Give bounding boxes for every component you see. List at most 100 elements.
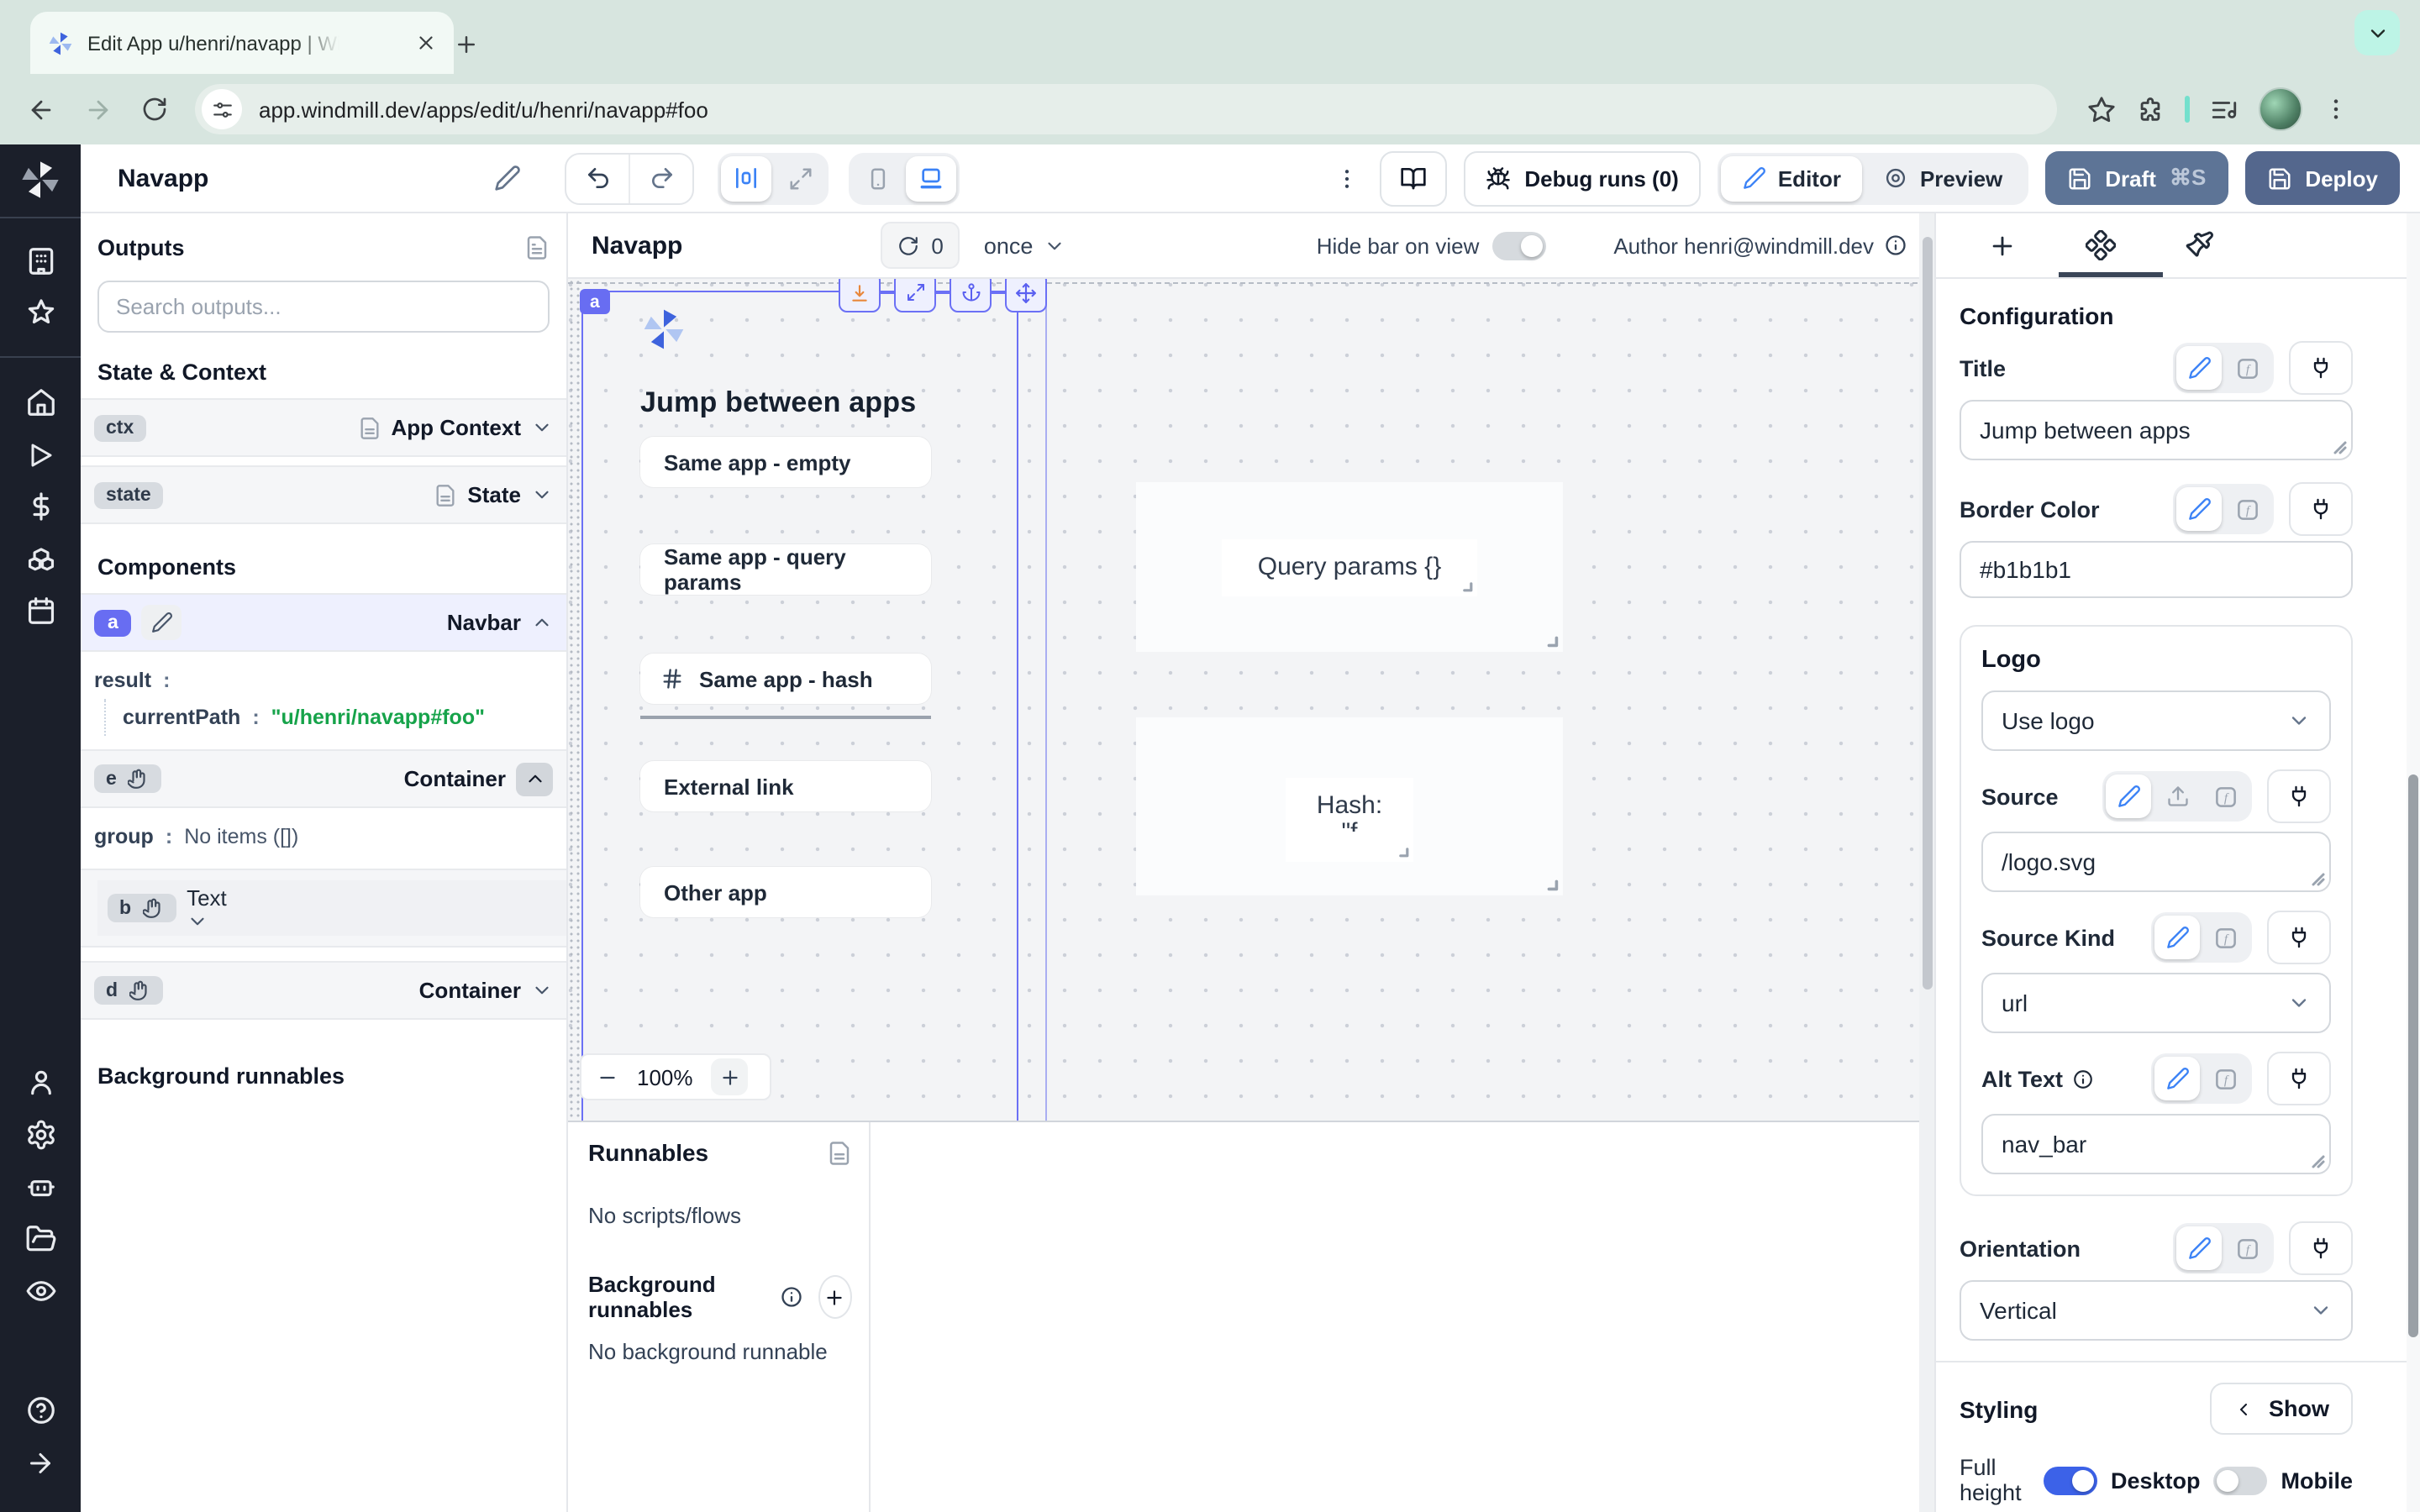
tab-preview[interactable]: Preview bbox=[1863, 155, 2024, 201]
add-background-runnable-button[interactable] bbox=[818, 1275, 852, 1319]
run-mode-select[interactable]: once bbox=[984, 233, 1065, 258]
media-control-icon[interactable] bbox=[2210, 95, 2238, 123]
nav-link-other-app[interactable]: Other app bbox=[640, 867, 931, 917]
browser-tab[interactable]: Edit App u/henri/navapp | Win bbox=[30, 12, 454, 74]
search-outputs-input[interactable] bbox=[97, 281, 550, 333]
back-button[interactable] bbox=[17, 86, 64, 133]
insert-component-tab[interactable] bbox=[1988, 231, 2017, 260]
pencil-icon[interactable] bbox=[142, 605, 182, 640]
tab-editor[interactable]: Editor bbox=[1721, 155, 1863, 201]
logo-select[interactable]: Use logo bbox=[1981, 690, 2331, 751]
alt-text-input[interactable]: nav_bar bbox=[1981, 1114, 2331, 1174]
component-row-text-b[interactable]: b Text bbox=[97, 880, 566, 936]
border-color-input[interactable] bbox=[1960, 541, 2353, 598]
reload-button[interactable] bbox=[131, 86, 178, 133]
bookmark-star-icon[interactable] bbox=[2087, 95, 2116, 123]
redo-button[interactable] bbox=[629, 154, 692, 202]
plug-connect-button[interactable] bbox=[2267, 1052, 2331, 1105]
fx-mode-button[interactable]: f bbox=[2203, 916, 2249, 959]
selected-navbar-component[interactable]: a J bbox=[581, 291, 1018, 1121]
resize-handle-icon[interactable] bbox=[2333, 440, 2348, 455]
fx-mode-button[interactable]: f bbox=[2203, 774, 2249, 818]
browser-menu-icon[interactable] bbox=[2323, 96, 2349, 123]
forward-button[interactable] bbox=[74, 86, 121, 133]
hash-container[interactable]: Hash: "f bbox=[1136, 717, 1563, 895]
full-width-layout-button[interactable] bbox=[775, 155, 825, 201]
resize-handle-icon[interactable] bbox=[2311, 872, 2326, 887]
user-icon[interactable] bbox=[0, 1057, 81, 1109]
info-icon[interactable] bbox=[780, 1285, 803, 1309]
component-row-navbar[interactable]: a Navbar bbox=[81, 593, 566, 652]
calendar-icon[interactable] bbox=[0, 585, 81, 637]
settings-scrollbar[interactable] bbox=[2407, 213, 2420, 1512]
undo-button[interactable] bbox=[566, 154, 629, 202]
resize-handle-icon[interactable] bbox=[2311, 1154, 2326, 1169]
app-canvas[interactable]: Query params {} Hash: "f bbox=[568, 279, 1934, 1121]
tab-close-icon[interactable] bbox=[415, 32, 437, 54]
static-mode-button[interactable] bbox=[2106, 774, 2151, 818]
gear-icon[interactable] bbox=[0, 1109, 81, 1161]
nav-link-hash[interactable]: Same app - hash bbox=[640, 654, 931, 704]
static-mode-button[interactable] bbox=[2154, 916, 2200, 959]
robot-icon[interactable] bbox=[0, 1161, 81, 1213]
nav-link-query-params[interactable]: Same app - query params bbox=[640, 544, 931, 595]
help-icon[interactable] bbox=[0, 1384, 81, 1436]
chevron-down-icon[interactable] bbox=[187, 910, 227, 932]
fx-mode-button[interactable]: f bbox=[2225, 1226, 2270, 1270]
hide-bar-toggle[interactable] bbox=[1492, 231, 1546, 260]
info-icon[interactable] bbox=[2071, 1068, 2093, 1089]
title-input[interactable]: Jump between apps bbox=[1960, 400, 2353, 460]
centered-layout-button[interactable] bbox=[721, 155, 771, 201]
plug-connect-button[interactable] bbox=[2267, 911, 2331, 964]
docs-button[interactable] bbox=[1380, 150, 1447, 206]
draft-button[interactable]: Draft ⌘S bbox=[2044, 151, 2228, 205]
resize-handle-icon[interactable] bbox=[1397, 846, 1410, 859]
scrollbar-thumb[interactable] bbox=[1922, 237, 1932, 990]
scrollbar-thumb[interactable] bbox=[2408, 774, 2418, 1337]
tab-search-button[interactable] bbox=[2354, 10, 2400, 55]
chevron-down-icon[interactable] bbox=[531, 417, 553, 438]
full-height-mobile-toggle[interactable] bbox=[2214, 1466, 2268, 1494]
output-row-state[interactable]: state State bbox=[81, 465, 566, 524]
play-icon[interactable] bbox=[0, 428, 81, 480]
resize-handle-icon[interactable] bbox=[1544, 877, 1560, 892]
refresh-count-button[interactable]: 0 bbox=[881, 222, 960, 269]
eye-icon[interactable] bbox=[0, 1265, 81, 1317]
orientation-select[interactable]: Vertical bbox=[1960, 1280, 2353, 1341]
move-button[interactable] bbox=[1005, 279, 1047, 312]
home-icon[interactable] bbox=[0, 376, 81, 428]
component-settings-tab[interactable] bbox=[2086, 230, 2116, 260]
upload-button[interactable] bbox=[2154, 774, 2200, 818]
query-params-text[interactable]: Query params {} bbox=[1222, 538, 1477, 596]
anchor-button[interactable] bbox=[950, 279, 992, 312]
desktop-view-button[interactable] bbox=[906, 155, 956, 201]
static-mode-button[interactable] bbox=[2154, 1057, 2200, 1100]
rename-app-icon[interactable] bbox=[494, 165, 521, 192]
chevron-up-icon[interactable] bbox=[516, 762, 553, 795]
zoom-in-button[interactable] bbox=[712, 1058, 749, 1095]
resize-handle-icon[interactable] bbox=[1544, 633, 1560, 648]
doc-icon[interactable] bbox=[827, 1140, 852, 1165]
fx-mode-button[interactable]: f bbox=[2225, 346, 2270, 390]
styling-show-button[interactable]: Show bbox=[2210, 1383, 2353, 1435]
chevron-down-icon[interactable] bbox=[531, 979, 553, 1001]
dollar-icon[interactable] bbox=[0, 480, 81, 533]
component-row-container-d[interactable]: d Container bbox=[81, 961, 566, 1020]
canvas-scrollbar[interactable] bbox=[1919, 213, 1934, 1512]
debug-runs-button[interactable]: Debug runs (0) bbox=[1464, 150, 1700, 206]
new-tab-button[interactable] bbox=[444, 22, 487, 66]
mobile-view-button[interactable] bbox=[852, 155, 902, 201]
plug-connect-button[interactable] bbox=[2289, 341, 2353, 395]
nav-link-external[interactable]: External link bbox=[640, 761, 931, 811]
site-settings-icon[interactable] bbox=[202, 89, 242, 129]
doc-icon[interactable] bbox=[524, 235, 550, 260]
plug-connect-button[interactable] bbox=[2289, 1221, 2353, 1275]
zoom-out-button[interactable] bbox=[597, 1066, 618, 1088]
building-icon[interactable] bbox=[0, 235, 81, 287]
address-bar[interactable]: app.windmill.dev/apps/edit/u/henri/navap… bbox=[195, 84, 2057, 134]
arrow-right-icon[interactable] bbox=[0, 1436, 81, 1488]
output-row-ctx[interactable]: ctx App Context bbox=[81, 398, 566, 457]
fx-mode-button[interactable]: f bbox=[2225, 487, 2270, 531]
chevron-down-icon[interactable] bbox=[531, 484, 553, 506]
plug-connect-button[interactable] bbox=[2267, 769, 2331, 823]
